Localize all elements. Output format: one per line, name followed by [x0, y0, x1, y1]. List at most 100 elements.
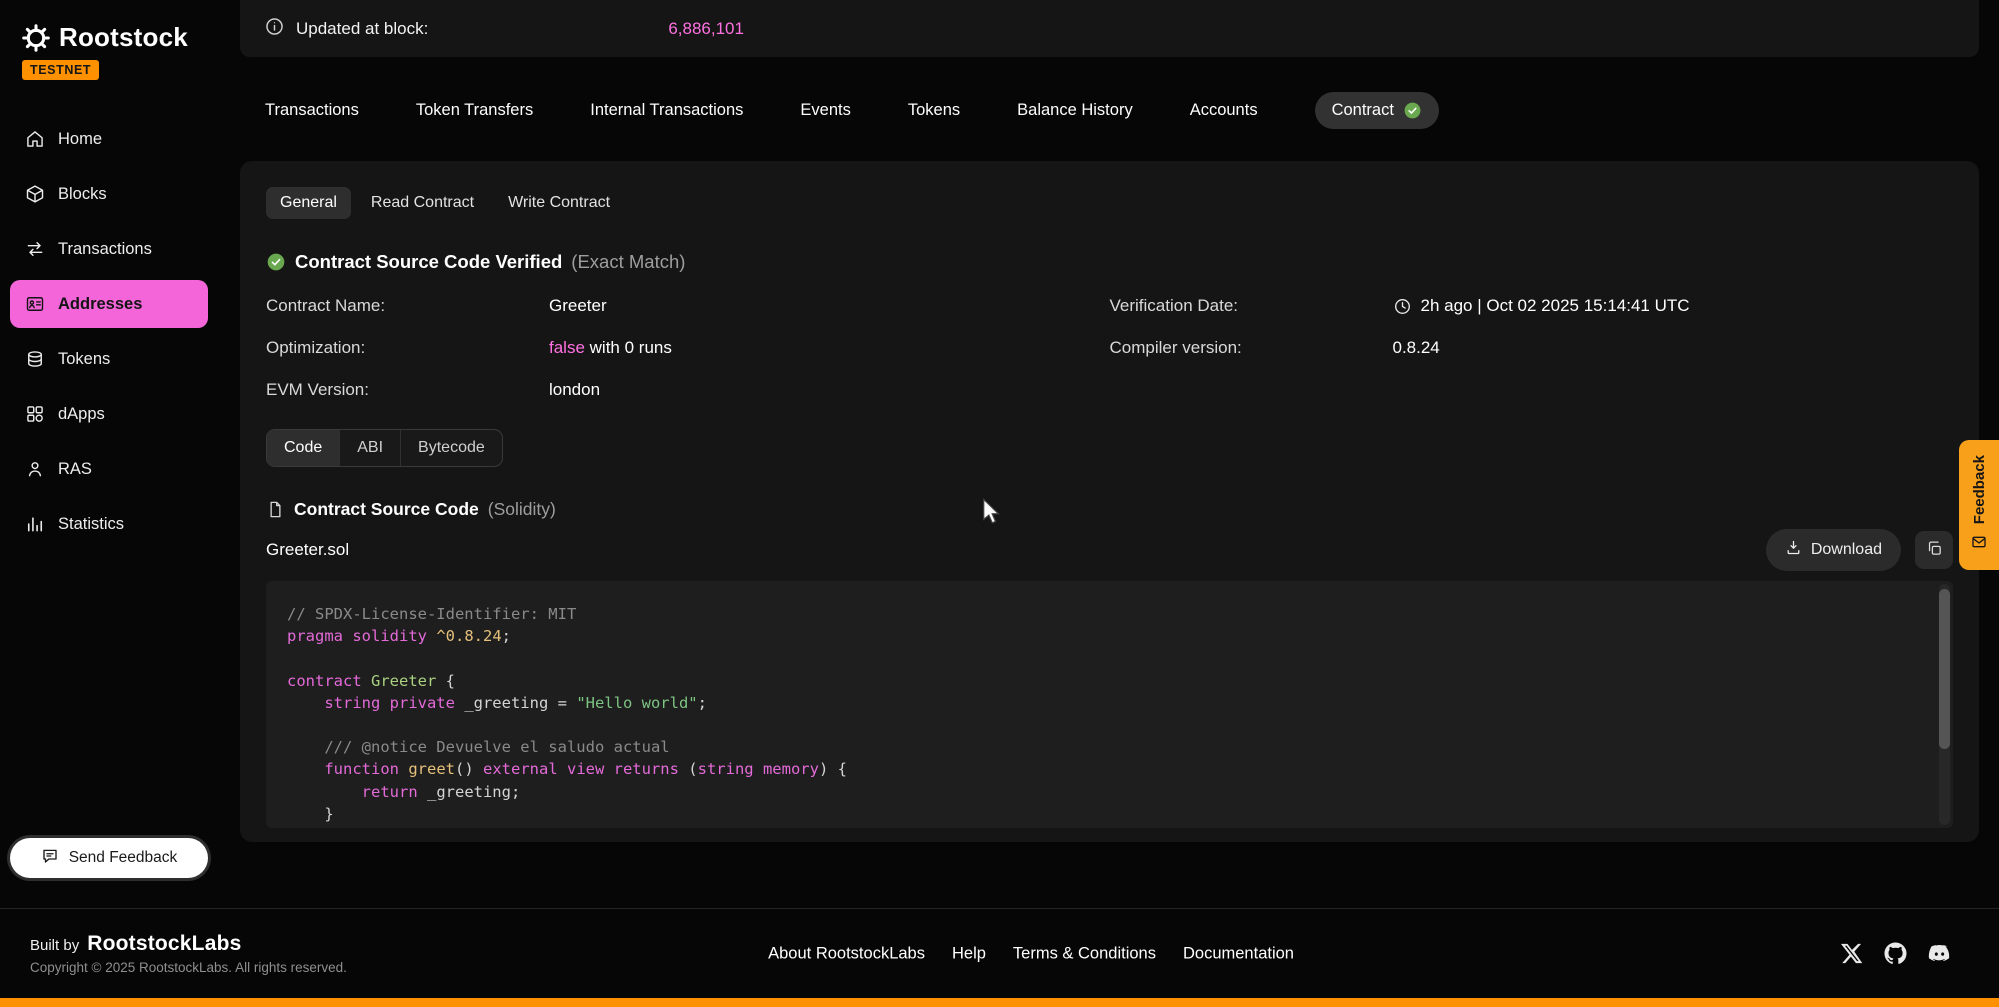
tokens-icon: [25, 349, 45, 369]
details-left-column: Contract Name: Greeter Optimization: fal…: [266, 285, 1110, 411]
code-tab-code[interactable]: Code: [267, 430, 340, 466]
tab-transactions[interactable]: Transactions: [265, 101, 359, 120]
send-feedback-button[interactable]: Send Feedback: [10, 838, 208, 878]
file-actions: Download: [1766, 529, 1953, 571]
sidebar-item-addresses[interactable]: Addresses: [10, 280, 208, 328]
feedback-message-icon: [41, 847, 59, 870]
source-code-subtitle: (Solidity): [488, 499, 556, 520]
detail-label: Compiler version:: [1110, 338, 1393, 358]
sidebar-item-transactions[interactable]: Transactions: [10, 225, 208, 273]
copy-icon: [1926, 540, 1943, 560]
detail-contract-name: Contract Name: Greeter: [266, 285, 1110, 327]
document-icon: [266, 500, 285, 519]
detail-label: EVM Version:: [266, 380, 549, 400]
tab-label: Contract: [1332, 101, 1394, 120]
rootstocklabs-brand[interactable]: RootstockLabs: [87, 932, 241, 956]
tab-balance-history[interactable]: Balance History: [1017, 101, 1133, 120]
github-icon[interactable]: [1884, 942, 1907, 965]
sidebar-item-label: RAS: [58, 460, 92, 479]
download-label: Download: [1811, 541, 1882, 559]
rootstock-logo-icon: [22, 24, 50, 52]
contract-subtabs: GeneralRead ContractWrite Contract: [266, 187, 1953, 219]
statistics-icon: [25, 514, 45, 534]
detail-label: Contract Name:: [266, 296, 549, 316]
source-code-heading: Contract Source Code (Solidity): [266, 497, 1953, 521]
subtab-read-contract[interactable]: Read Contract: [357, 187, 488, 219]
footer-link-help[interactable]: Help: [952, 944, 986, 963]
contract-card: GeneralRead ContractWrite Contract Contr…: [240, 161, 1979, 842]
subtab-write-contract[interactable]: Write Contract: [494, 187, 624, 219]
send-feedback-label: Send Feedback: [69, 849, 178, 867]
code-lines: // SPDX-License-Identifier: MITpragma so…: [287, 603, 1925, 825]
code-scrollbar-track: [1939, 584, 1950, 825]
sidebar-item-label: Tokens: [58, 350, 110, 369]
addresses-icon: [25, 294, 45, 314]
tab-accounts[interactable]: Accounts: [1190, 101, 1258, 120]
sidebar-item-tokens[interactable]: Tokens: [10, 335, 208, 383]
code-tab-bytecode[interactable]: Bytecode: [401, 430, 502, 466]
detail-value: 0.8.24: [1393, 338, 1440, 358]
sidebar-item-ras[interactable]: RAS: [10, 445, 208, 493]
verified-subtitle: (Exact Match): [571, 251, 685, 273]
code-scrollbar-thumb[interactable]: [1939, 589, 1950, 749]
code-tab-abi[interactable]: ABI: [340, 430, 401, 466]
source-code-title: Contract Source Code: [294, 499, 479, 520]
sidebar-item-home[interactable]: Home: [10, 115, 208, 163]
copyright-text: Copyright © 2025 RootstockLabs. All righ…: [30, 960, 347, 975]
footer-link-about-rootstocklabs[interactable]: About RootstockLabs: [768, 944, 925, 963]
code-line: [287, 714, 1925, 736]
code-line: string private _greeting = "Hello world"…: [287, 692, 1925, 714]
detail-optimization: Optimization: false with 0 runs: [266, 327, 1110, 369]
tab-token-transfers[interactable]: Token Transfers: [416, 101, 533, 120]
sidebar-item-blocks[interactable]: Blocks: [10, 170, 208, 218]
sidebar-item-label: dApps: [58, 405, 105, 424]
updated-at-block-bar: Updated at block: 6,886,101: [240, 0, 1979, 57]
logo-text: Rootstock: [59, 22, 188, 53]
footer-link-documentation[interactable]: Documentation: [1183, 944, 1294, 963]
sidebar-item-label: Statistics: [58, 515, 124, 534]
code-line: function greet() external view returns (…: [287, 758, 1925, 780]
sidebar-item-label: Addresses: [58, 295, 142, 314]
tab-internal-transactions[interactable]: Internal Transactions: [590, 101, 743, 120]
footer-links: About RootstockLabs Help Terms & Condition…: [768, 944, 1294, 963]
detail-evm-version: EVM Version: london: [266, 369, 1110, 411]
tab-events[interactable]: Events: [800, 101, 850, 120]
testnet-badge: TESTNET: [22, 60, 99, 80]
verified-check-icon: [266, 252, 286, 272]
dapps-icon: [25, 404, 45, 424]
detail-value: 2h ago | Oct 02 2025 15:14:41 UTC: [1421, 296, 1690, 316]
footer: Built by RootstockLabs Copyright © 2025 …: [0, 908, 1999, 998]
details-right-column: Verification Date: 2h ago | Oct 02 2025 …: [1110, 285, 1954, 411]
logo-block[interactable]: Rootstock TESTNET: [10, 22, 208, 80]
sidebar-item-label: Blocks: [58, 185, 107, 204]
code-line: return _greeting;: [287, 781, 1925, 803]
info-icon: [264, 16, 285, 42]
source-code-viewer[interactable]: // SPDX-License-Identifier: MITpragma so…: [266, 581, 1953, 828]
code-line: // SPDX-License-Identifier: MIT: [287, 603, 1925, 625]
subtab-general[interactable]: General: [266, 187, 351, 219]
code-view-tabs: CodeABIBytecode: [266, 429, 503, 467]
sidebar-nav: Home Blocks Transactions Addresses Tokens dAp…: [10, 115, 208, 548]
download-button[interactable]: Download: [1766, 529, 1901, 571]
sidebar-item-dapps[interactable]: dApps: [10, 390, 208, 438]
discord-icon[interactable]: [1928, 942, 1951, 965]
updated-at-block-value[interactable]: 6,886,101: [668, 19, 744, 39]
home-icon: [25, 129, 45, 149]
sidebar-item-statistics[interactable]: Statistics: [10, 500, 208, 548]
detail-label: Verification Date:: [1110, 296, 1393, 316]
tab-contract[interactable]: Contract: [1315, 92, 1439, 129]
x-twitter-icon[interactable]: [1840, 942, 1863, 965]
transactions-icon: [25, 239, 45, 259]
detail-compiler-version: Compiler version: 0.8.24: [1110, 327, 1954, 369]
bottom-accent-bar: [0, 998, 1999, 1007]
updated-at-block-label: Updated at block:: [296, 19, 428, 39]
tab-tokens[interactable]: Tokens: [908, 101, 960, 120]
code-line: /// @notice Devuelve el saludo actual: [287, 736, 1925, 758]
copy-button[interactable]: [1915, 531, 1953, 569]
detail-value-accent: false with 0 runs: [549, 338, 672, 358]
footer-link-terms-conditions[interactable]: Terms & Conditions: [1013, 944, 1156, 963]
file-name: Greeter.sol: [266, 540, 349, 560]
detail-verification-date: Verification Date: 2h ago | Oct 02 2025 …: [1110, 285, 1954, 327]
contract-details: Contract Name: Greeter Optimization: fal…: [266, 285, 1953, 411]
feedback-side-tab[interactable]: Feedback: [1959, 440, 1999, 570]
